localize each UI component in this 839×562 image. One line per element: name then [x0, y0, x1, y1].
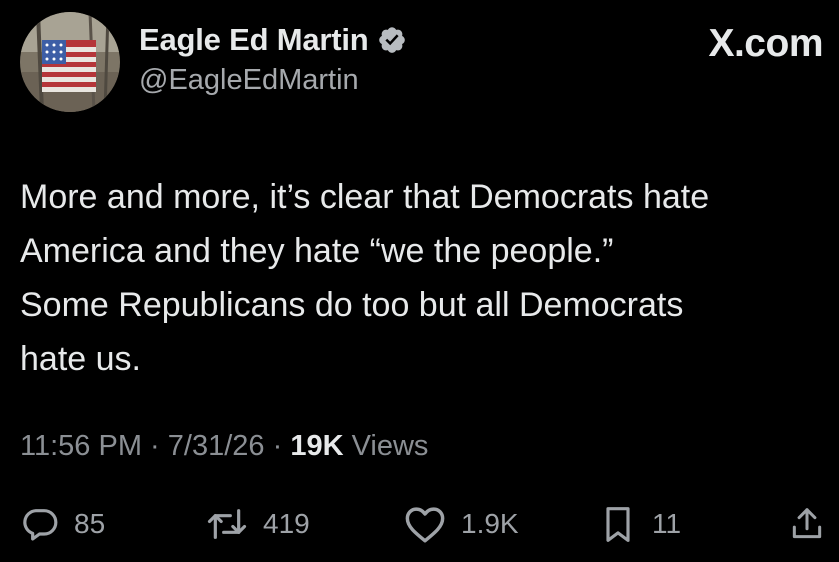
- repost-icon: [207, 509, 247, 539]
- bookmark-count: 11: [652, 508, 682, 539]
- brand-watermark: X.com: [708, 22, 823, 65]
- tweet-time[interactable]: 11:56 PM: [20, 430, 142, 462]
- like-button[interactable]: 1.9K: [403, 502, 519, 546]
- tweet-date[interactable]: 7/31/26: [168, 430, 265, 462]
- american-flag-avatar-icon: [20, 12, 120, 112]
- bookmark-icon: [606, 507, 630, 542]
- like-count: 1.9K: [461, 508, 519, 539]
- share-icon: [792, 508, 822, 539]
- avatar[interactable]: [20, 12, 120, 112]
- verified-badge-icon: [377, 25, 407, 55]
- tweet-meta: 11:56 PM · 7/31/26 · 19K Views: [20, 430, 428, 463]
- repost-count: 419: [263, 508, 310, 539]
- author-handle[interactable]: @EagleEdMartin: [139, 64, 359, 97]
- repost-button[interactable]: 419: [205, 502, 310, 546]
- views-label: Views: [343, 430, 429, 462]
- reply-count: 85: [74, 508, 106, 539]
- bookmark-button[interactable]: 11: [598, 502, 681, 546]
- tweet-text: More and more, it’s clear that Democrats…: [20, 178, 710, 378]
- reply-button[interactable]: 85: [20, 502, 105, 546]
- heart-icon: [405, 507, 445, 543]
- views-count: 19K: [290, 430, 344, 462]
- meta-separator: ·: [264, 430, 291, 462]
- author-name-row: Eagle Ed Martin: [139, 18, 407, 62]
- reply-icon: [23, 509, 58, 541]
- meta-separator: ·: [141, 430, 168, 462]
- share-button[interactable]: [788, 502, 826, 546]
- display-name[interactable]: Eagle Ed Martin: [139, 22, 369, 58]
